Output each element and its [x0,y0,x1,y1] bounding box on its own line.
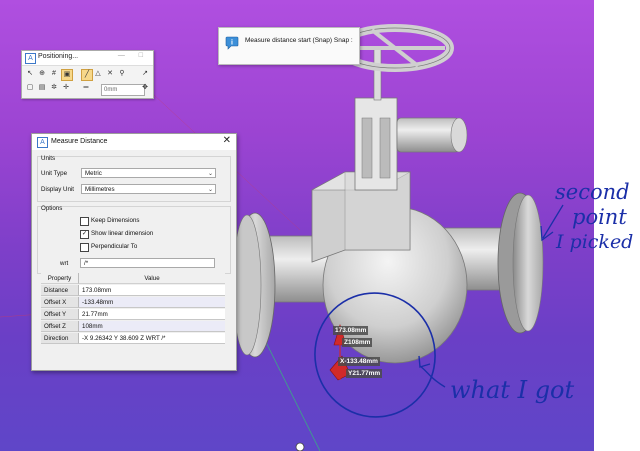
snap-box-icon[interactable]: ▣ [61,69,73,81]
annotation-i-picked: I picked [556,231,634,253]
wrt-label: wrt [60,260,69,267]
line-tool-icon[interactable]: ╱ [81,69,93,81]
unit-type-value: Metric [85,170,102,177]
row-value: -X 9.26342 Y 38.609 Z WRT /* [79,333,225,344]
table-row[interactable]: Distance 173.08mm [41,285,225,297]
distance-tag: 173.08mm [333,326,369,335]
wrt-input[interactable]: /* [80,258,215,268]
ruler-icon[interactable]: ═ [81,83,91,93]
notification-text: Measure distance start (Snap) Snap : [245,37,353,44]
triangle-tool-icon[interactable]: △ [93,69,103,79]
app-logo-icon: A [37,137,48,148]
annotation-what-i-got: what I got [450,376,575,404]
positioning-titlebar[interactable]: A Positioning... — □ [22,51,153,66]
dialog-titlebar[interactable]: A Measure Distance ✕ [32,134,236,150]
positioning-toolbar[interactable]: A Positioning... — □ ↖ ⊕ # ▣ ╱ △ ✕ ⚲ ↗ ▢… [21,50,154,99]
value-header: Value [79,273,225,284]
row-value: -133.48mm [79,297,225,308]
snap-cursor-icon[interactable]: ↖ [25,69,35,79]
results-table: Property Value Distance 173.08mm Offset … [41,273,225,345]
unit-type-select[interactable]: Metric ⌄ [81,168,216,178]
frame-icon[interactable]: ▢ [25,83,35,93]
axis-tool-icon[interactable]: ✕ [105,69,115,79]
table-header: Property Value [41,273,225,285]
info-bubble-icon: i [225,36,239,50]
svg-text:i: i [231,40,233,47]
keep-dimensions-checkbox[interactable] [80,217,89,226]
row-value: 173.08mm [79,285,225,296]
gear-icon[interactable]: ✲ [49,83,59,93]
row-property: Offset Z [41,321,79,332]
panel-icon[interactable]: ▤ [37,83,47,93]
snap-notification: i Measure distance start (Snap) Snap : [218,27,360,65]
row-value: 21.77mm [79,309,225,320]
unit-type-label: Unit Type [41,170,68,177]
display-unit-select[interactable]: Millimetres ⌄ [81,184,216,194]
snap-grid-icon[interactable]: # [49,69,59,79]
table-row[interactable]: Offset Z 108mm [41,321,225,333]
annotation-second: second [555,180,630,204]
row-property: Offset X [41,297,79,308]
window-controls[interactable]: — □ [118,52,149,59]
object-tool-icon[interactable]: ⚲ [117,69,127,79]
row-value: 108mm [79,321,225,332]
crosshair-icon[interactable]: ✛ [61,83,71,93]
offset-z-tag: Z108mm [342,338,373,347]
units-group [37,156,231,202]
arrow-tool-icon[interactable]: ↗ [140,69,150,79]
row-property: Direction [41,333,79,344]
row-property: Distance [41,285,79,296]
display-unit-label: Display Unit [41,186,75,193]
snap-point-icon[interactable]: ⊕ [37,69,47,79]
property-header: Property [41,273,79,284]
offset-field[interactable]: 0mm [101,84,145,96]
perpendicular-label: Perpendicular To [91,243,138,250]
measure-distance-dialog[interactable]: A Measure Distance ✕ Units Unit Type Met… [31,133,237,371]
options-group-label: Options [41,205,63,212]
row-property: Offset Y [41,309,79,320]
positioning-title: Positioning... [38,53,79,60]
perpendicular-checkbox[interactable] [80,243,89,252]
chevron-down-icon: ⌄ [207,171,213,177]
close-icon[interactable]: ✕ [223,135,231,146]
chevron-down-icon: ⌄ [207,187,213,193]
units-group-label: Units [41,155,56,162]
keep-dimensions-label: Keep Dimensions [91,217,140,224]
display-unit-value: Millimetres [85,186,115,193]
show-linear-checkbox[interactable]: ✓ [80,230,89,239]
app-logo-icon: A [25,53,36,64]
annotation-point: point [572,205,627,229]
offset-x-tag: X-133.48mm [338,357,380,366]
show-linear-label: Show linear dimension [91,230,154,237]
table-row[interactable]: Direction -X 9.26342 Y 38.609 Z WRT /* [41,333,225,345]
table-row[interactable]: Offset X -133.48mm [41,297,225,309]
move-icon[interactable]: ✥ [140,83,150,93]
dialog-title: Measure Distance [51,138,108,145]
offset-y-tag: Y21.77mm [346,369,383,378]
table-row[interactable]: Offset Y 21.77mm [41,309,225,321]
